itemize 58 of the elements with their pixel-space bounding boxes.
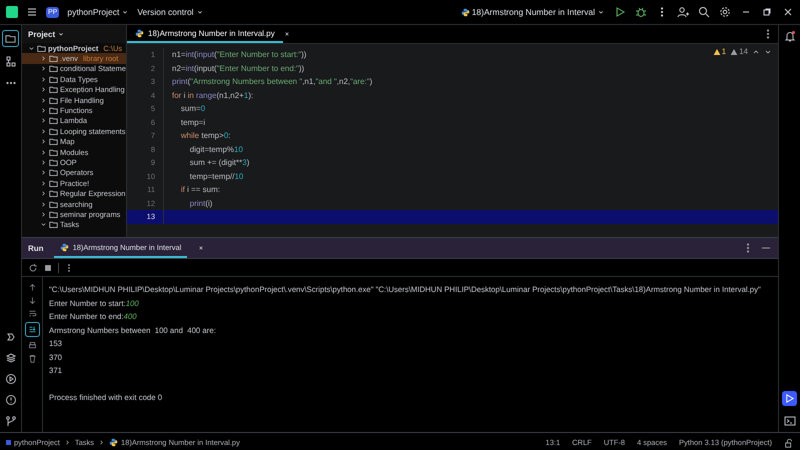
code-line: digit=temp%10	[163, 142, 243, 156]
git-branch-icon[interactable]	[4, 415, 16, 427]
close-icon[interactable]	[282, 30, 291, 38]
run-config-dropdown[interactable]: 18)Armstrong Number in Interval	[460, 7, 605, 17]
code-line: temp=temp//10	[163, 170, 244, 183]
warning-count[interactable]: 1	[722, 47, 726, 56]
warning-icon	[730, 48, 738, 56]
menu-icon[interactable]	[26, 6, 38, 18]
problems-icon[interactable]	[4, 394, 16, 406]
code-line: n1=int(input("Enter Number to start:"))	[163, 48, 306, 62]
bug-icon[interactable]	[635, 6, 647, 18]
layers-icon[interactable]	[4, 352, 16, 364]
vcs-dropdown[interactable]: Version control	[137, 7, 204, 17]
chevron-right-icon	[98, 439, 106, 446]
run-panel-title: Run	[28, 242, 44, 254]
code-line: n2=int(input("Enter Number to end:"))	[163, 62, 304, 75]
close-icon[interactable]	[782, 6, 794, 18]
rerun-icon[interactable]	[28, 262, 38, 272]
python-packages-icon[interactable]	[4, 331, 16, 343]
code-line: for i in range(n1,n2+1):	[163, 88, 254, 102]
scroll-to-end-icon[interactable]	[28, 325, 36, 334]
settings-icon[interactable]	[719, 6, 731, 18]
python-icon	[460, 8, 470, 16]
stop-icon[interactable]	[43, 262, 53, 272]
print-icon[interactable]	[28, 341, 36, 350]
project-dropdown[interactable]: pythonProject	[67, 7, 130, 17]
code-line: temp=i	[163, 116, 206, 129]
code-line: if i == sum:	[163, 183, 220, 196]
panel-title[interactable]: Project	[28, 30, 56, 38]
code-line: sum += (digit**3)	[163, 156, 250, 170]
arrow-up-icon[interactable]	[28, 283, 36, 292]
trash-icon[interactable]	[28, 354, 36, 363]
close-icon[interactable]	[197, 244, 206, 252]
structure-icon[interactable]	[4, 56, 16, 68]
code-line: while temp>0:	[163, 129, 230, 142]
add-user-icon[interactable]	[677, 6, 689, 18]
code-line: sum=0	[163, 102, 206, 116]
python-icon	[109, 438, 118, 447]
folder-icon[interactable]	[5, 33, 16, 44]
weak-warning-count[interactable]: 14	[739, 47, 748, 56]
chevron-down-icon	[40, 221, 47, 228]
restore-icon[interactable]	[761, 6, 773, 18]
python-icon	[60, 242, 69, 252]
app-logo-icon[interactable]	[6, 6, 18, 18]
arrow-down-icon[interactable]	[28, 296, 36, 305]
lock-icon[interactable]	[784, 438, 794, 448]
terminal-icon[interactable]	[784, 415, 796, 427]
run-icon[interactable]	[784, 393, 795, 404]
chevron-right-icon	[64, 439, 71, 446]
code-line: print("Armstrong Numbers between ",n1,"and ",n2,"are:")	[163, 75, 372, 88]
run-circle-icon[interactable]	[4, 373, 16, 385]
run-icon[interactable]	[614, 6, 626, 18]
python-icon	[135, 28, 144, 38]
notifications-icon[interactable]	[784, 30, 796, 42]
warning-icon	[712, 48, 721, 56]
soft-wrap-icon[interactable]	[28, 309, 36, 318]
search-icon[interactable]	[698, 6, 710, 18]
chevron-down-icon	[28, 44, 35, 52]
